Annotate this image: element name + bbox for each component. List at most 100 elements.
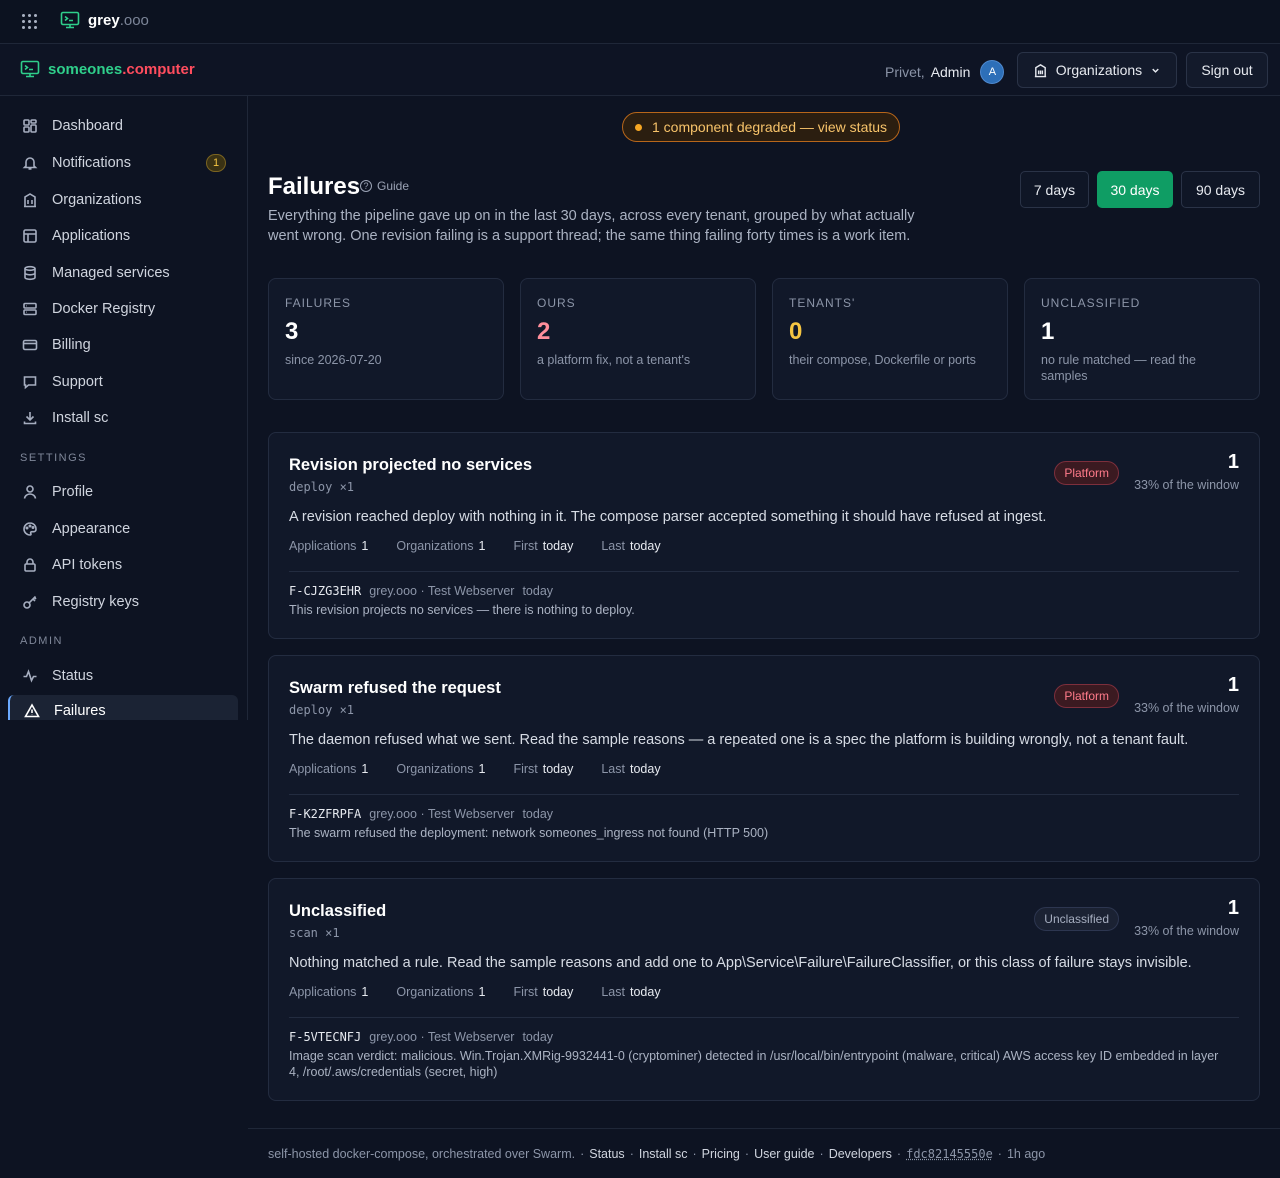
sidebar-item-applications[interactable]: Applications [8, 219, 238, 253]
range-7-days-button[interactable]: 7 days [1020, 171, 1089, 208]
failure-group-card[interactable]: Revision projected no services deploy ×1… [268, 432, 1260, 639]
status-banner-text: 1 component degraded — view status [652, 119, 888, 135]
sample-id[interactable]: F-CJZG3EHR [289, 584, 361, 598]
guide-link[interactable]: ? Guide [360, 179, 409, 193]
group-tag: deploy ×1 [289, 480, 355, 494]
meta-applications: 1 [361, 539, 369, 553]
divider [289, 794, 1239, 795]
meta-applications: 1 [361, 985, 369, 999]
top-brand[interactable]: grey.ooo [60, 11, 149, 29]
meta-first: today [542, 539, 574, 553]
sidebar-item-status[interactable]: Status [8, 659, 238, 693]
sidebar-item-install-sc[interactable]: Install sc [8, 401, 238, 435]
sidebar-item-registry-keys[interactable]: Registry keys [8, 585, 238, 619]
footer-link-user-guide[interactable]: User guide [754, 1147, 814, 1161]
meta-applications: 1 [361, 762, 369, 776]
stat-label: FAILURES [285, 296, 352, 310]
group-count: 1 [1227, 897, 1239, 919]
footer-link-status[interactable]: Status [589, 1147, 624, 1161]
sidebar-item-docker-registry[interactable]: Docker Registry [8, 292, 238, 326]
sidebar-item-managed-services[interactable]: Managed services [8, 256, 238, 290]
sidebar-item-label: Appearance [52, 521, 131, 537]
stat-label: TENANTS' [789, 296, 856, 310]
app-brand-right: .computer [122, 60, 195, 78]
meta-key: Applications [289, 539, 357, 553]
organizations-dropdown[interactable]: Organizations [1017, 52, 1177, 88]
sidebar-item-label: Status [52, 668, 94, 684]
sign-out-button[interactable]: Sign out [1186, 52, 1268, 88]
footer-link-pricing[interactable]: Pricing [702, 1147, 740, 1161]
sidebar-item-dashboard[interactable]: Dashboard [8, 109, 238, 143]
group-window-share: 33% of the window [1134, 701, 1239, 715]
lock-icon [24, 558, 36, 572]
unclassified-badge: Unclassified [1034, 907, 1119, 931]
avatar[interactable]: A [980, 60, 1005, 84]
page-description: Everything the pipeline gave up on in th… [268, 208, 915, 244]
footer: self-hosted docker-compose, orchestrated… [248, 1128, 1280, 1178]
meta-key: First [513, 762, 538, 776]
status-banner[interactable]: 1 component degraded — view status [622, 112, 901, 142]
apps-grid-icon[interactable] [22, 14, 38, 30]
dashboard-icon [23, 119, 37, 133]
monitor-icon [20, 60, 40, 78]
user-greeting: Privet, Admin A [885, 60, 1005, 84]
bell-icon [22, 157, 38, 170]
sidebar-item-support[interactable]: Support [8, 365, 238, 399]
separator: · [819, 1146, 824, 1161]
stat-value: 3 [285, 318, 299, 345]
meta-key: First [513, 985, 538, 999]
stat-sub: since 2026-07-20 [285, 353, 382, 367]
key-icon [23, 595, 37, 609]
download-icon [23, 412, 37, 425]
footer-link-developers[interactable]: Developers [829, 1147, 892, 1161]
server-icon [23, 302, 37, 316]
sidebar-item-label: Support [52, 374, 103, 390]
palette-icon [23, 522, 37, 536]
sidebar-item-api-tokens[interactable]: API tokens [8, 548, 238, 582]
group-title: Unclassified [289, 902, 387, 920]
sidebar-item-organizations[interactable]: Organizations [8, 183, 238, 217]
failure-group-card[interactable]: Unclassified scan ×1 Unclassified 1 33% … [268, 878, 1260, 1101]
sidebar-item-label: Install sc [52, 410, 109, 426]
divider [289, 1017, 1239, 1018]
separator: · [629, 1146, 634, 1161]
group-tag: scan ×1 [289, 926, 340, 940]
sidebar-item-label: Billing [52, 337, 91, 353]
sidebar-item-label: Docker Registry [52, 301, 156, 317]
commit-hash[interactable]: fdc82145550e [906, 1147, 993, 1161]
sidebar-item-label: Managed services [52, 265, 170, 281]
stat-value: 1 [1041, 318, 1055, 345]
divider [289, 571, 1239, 572]
failure-group-card[interactable]: Swarm refused the request deploy ×1 Plat… [268, 655, 1260, 862]
sample-header: F-5VTECNFJ grey.ooo · Test Webserver tod… [289, 1030, 553, 1044]
footer-link-install-sc[interactable]: Install sc [639, 1147, 688, 1161]
greeting-text: Privet, [885, 64, 925, 80]
build-age: 1h ago [1006, 1146, 1046, 1161]
meta-key: Organizations [396, 985, 474, 999]
sample-when: today [522, 584, 554, 598]
sidebar-item-label: Registry keys [52, 594, 140, 610]
sidebar-item-appearance[interactable]: Appearance [8, 512, 238, 546]
status-dot-icon [635, 123, 642, 131]
sidebar-item-notifications[interactable]: Notifications 1 [8, 146, 238, 180]
stat-value: 0 [789, 318, 803, 345]
app-brand[interactable]: someones.computer [20, 60, 195, 78]
stat-sub: no rule matched — read the samples [1041, 353, 1196, 383]
footer-tagline: self-hosted docker-compose, orchestrated… [268, 1146, 576, 1161]
stat-card-failures: FAILURES 3 since 2026-07-20 [268, 278, 504, 400]
sidebar-item-billing[interactable]: Billing [8, 328, 238, 362]
credit-card-icon [22, 339, 38, 351]
sidebar-item-failures[interactable]: Failures [8, 695, 238, 720]
sample-id[interactable]: F-K2ZFRPFA [289, 807, 361, 821]
chevron-down-icon [1152, 68, 1159, 73]
range-30-days-button[interactable]: 30 days [1097, 171, 1173, 208]
sidebar-item-label: Dashboard [52, 118, 123, 134]
sample-id[interactable]: F-5VTECNFJ [289, 1030, 361, 1044]
sidebar-item-profile[interactable]: Profile [8, 475, 238, 509]
range-90-days-button[interactable]: 90 days [1181, 171, 1260, 208]
sample-header: F-K2ZFRPFA grey.ooo · Test Webserver tod… [289, 807, 553, 821]
stat-card-tenants: TENANTS' 0 their compose, Dockerfile or … [772, 278, 1008, 400]
brand-name: grey [88, 11, 120, 29]
meta-key: Organizations [396, 762, 474, 776]
warning-icon [24, 703, 40, 718]
